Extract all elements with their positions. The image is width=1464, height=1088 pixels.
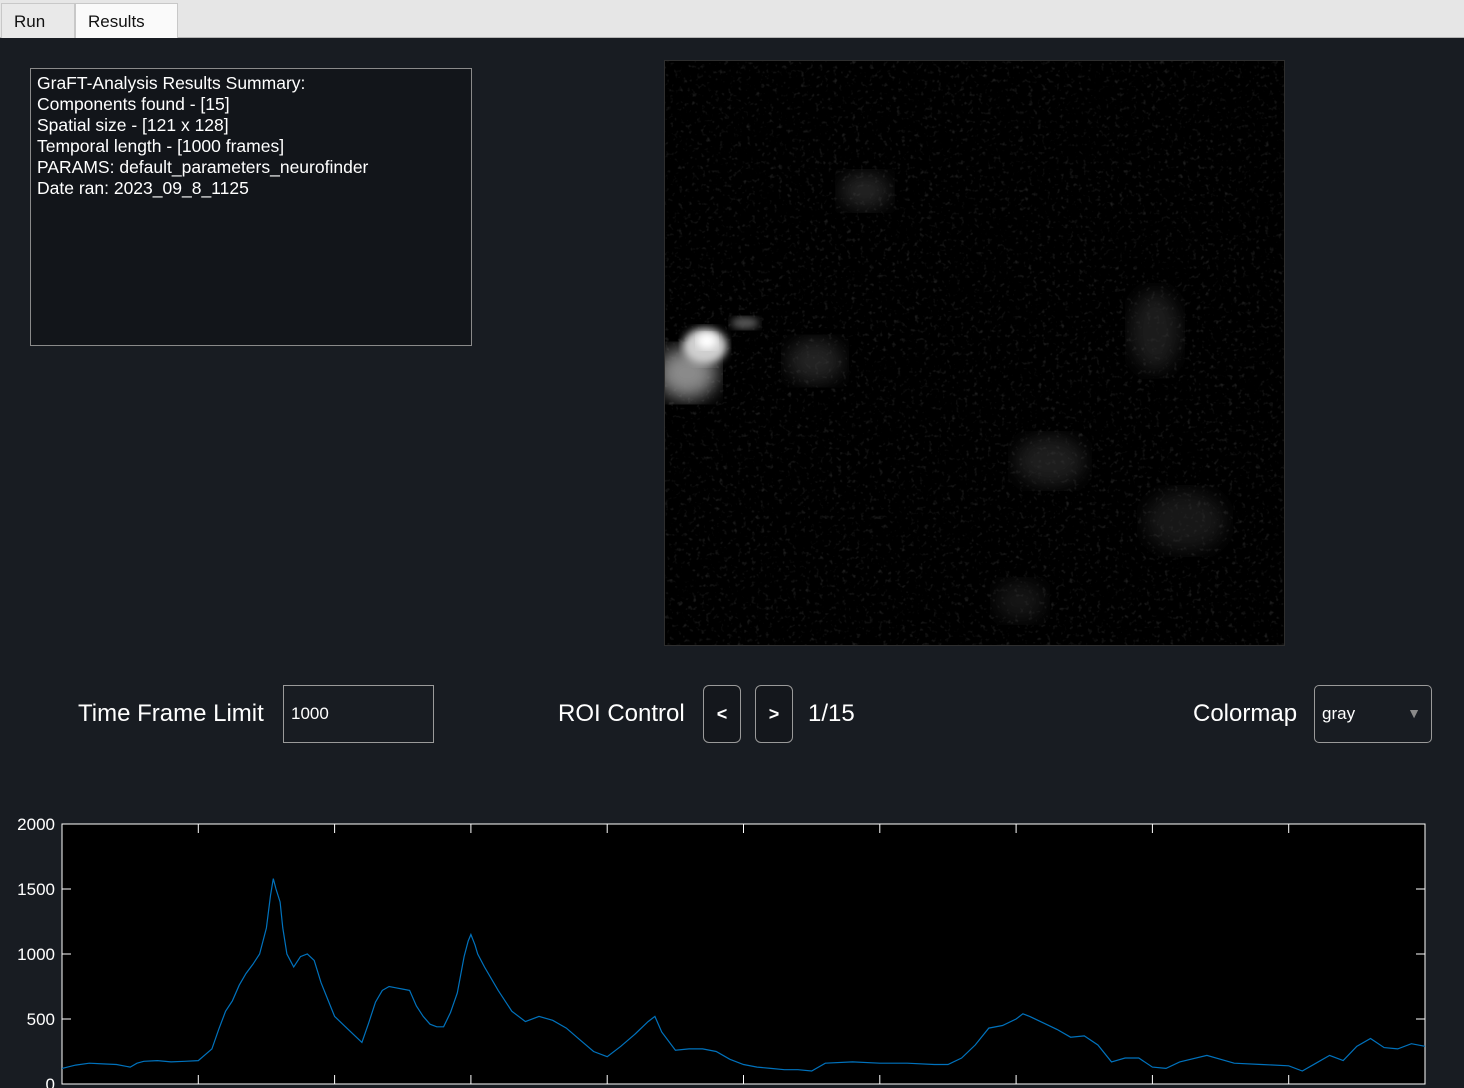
tab-results[interactable]: Results (75, 3, 178, 38)
y-tick-label: 2000 (17, 815, 55, 834)
summary-line: GraFT-Analysis Results Summary: (37, 73, 306, 93)
colormap-value: gray (1322, 704, 1356, 723)
summary-line: Components found - [15] (37, 94, 230, 114)
colormap-dropdown[interactable]: gray ▼ (1314, 685, 1432, 743)
roi-control-label: ROI Control (558, 700, 685, 727)
summary-line: Temporal length - [1000 frames] (37, 136, 285, 156)
next-roi-button[interactable]: > (755, 685, 793, 743)
summary-line: Date ran: 2023_09_8_1125 (37, 178, 249, 198)
roi-image-view[interactable] (664, 60, 1285, 646)
trace-plot-svg: 0100200300400500600700800900100005001000… (17, 815, 1426, 1088)
y-tick-label: 1000 (17, 945, 55, 964)
y-tick-label: 500 (27, 1010, 55, 1029)
prev-roi-button[interactable]: < (703, 685, 741, 743)
y-tick-label: 0 (46, 1075, 55, 1088)
y-tick-label: 1500 (17, 880, 55, 899)
roi-counter: 1/15 (808, 700, 855, 727)
results-summary-box: GraFT-Analysis Results Summary: Componen… (30, 68, 472, 346)
tab-run[interactable]: Run (1, 3, 75, 38)
time-frame-limit-input[interactable] (283, 685, 434, 743)
summary-line: Spatial size - [121 x 128] (37, 115, 229, 135)
trace-plot[interactable]: 0100200300400500600700800900100005001000… (0, 774, 1464, 1088)
time-frame-limit-label: Time Frame Limit (78, 700, 264, 727)
summary-line: PARAMS: default_parameters_neurofinder (37, 157, 369, 177)
roi-image (665, 61, 1284, 645)
chevron-down-icon: ▼ (1407, 705, 1421, 721)
results-panel: GraFT-Analysis Results Summary: Componen… (0, 38, 1464, 1088)
tab-bar: Run Results (0, 0, 1464, 38)
plot-area (61, 823, 1426, 1085)
colormap-label: Colormap (1193, 700, 1298, 727)
